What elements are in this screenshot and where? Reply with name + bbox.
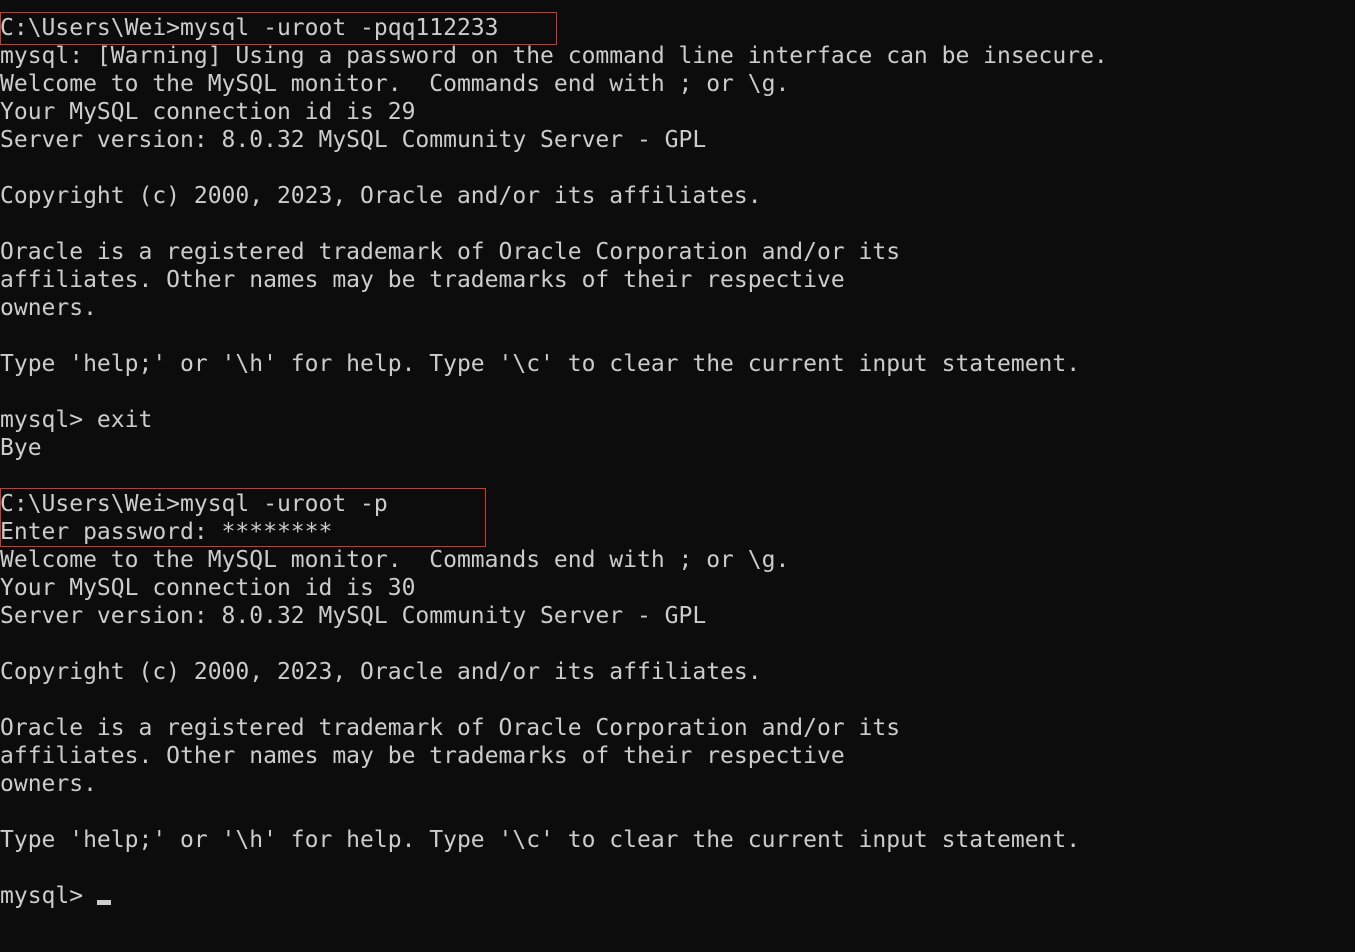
trademark-line-2a: Oracle is a registered trademark of Orac… bbox=[0, 715, 901, 741]
bye-line: Bye bbox=[0, 435, 42, 461]
connection-id-line-2: Your MySQL connection id is 30 bbox=[0, 575, 416, 601]
mysql-prompt-line[interactable]: mysql> bbox=[0, 882, 111, 910]
exit-command-line: mysql> exit bbox=[0, 407, 153, 433]
warning-line: mysql: [Warning] Using a password on the… bbox=[0, 43, 1108, 69]
trademark-line-2b: affiliates. Other names may be trademark… bbox=[0, 743, 845, 769]
trademark-line-1a: Oracle is a registered trademark of Orac… bbox=[0, 239, 901, 265]
command-line-2: C:\Users\Wei>mysql -uroot -p bbox=[0, 491, 388, 517]
copyright-line-2: Copyright (c) 2000, 2023, Oracle and/or … bbox=[0, 659, 762, 685]
trademark-line-1b: affiliates. Other names may be trademark… bbox=[0, 267, 845, 293]
command-line-1: C:\Users\Wei>mysql -uroot -pqq112233 bbox=[0, 15, 499, 41]
mysql-prompt: mysql> bbox=[0, 883, 97, 909]
password-prompt-line: Enter password: ******** bbox=[0, 519, 333, 545]
welcome-line-1: Welcome to the MySQL monitor. Commands e… bbox=[0, 71, 790, 97]
help-line-1: Type 'help;' or '\h' for help. Type '\c'… bbox=[0, 351, 1081, 377]
terminal-window[interactable]: C:\Users\Wei>mysql -uroot -pqq112233 mys… bbox=[0, 0, 1355, 952]
help-line-2: Type 'help;' or '\h' for help. Type '\c'… bbox=[0, 827, 1081, 853]
copyright-line-1: Copyright (c) 2000, 2023, Oracle and/or … bbox=[0, 183, 762, 209]
trademark-line-2c: owners. bbox=[0, 771, 97, 797]
server-version-line-2: Server version: 8.0.32 MySQL Community S… bbox=[0, 603, 707, 629]
trademark-line-1c: owners. bbox=[0, 295, 97, 321]
server-version-line-1: Server version: 8.0.32 MySQL Community S… bbox=[0, 127, 707, 153]
connection-id-line-1: Your MySQL connection id is 29 bbox=[0, 99, 416, 125]
welcome-line-2: Welcome to the MySQL monitor. Commands e… bbox=[0, 547, 790, 573]
text-cursor bbox=[96, 900, 111, 905]
